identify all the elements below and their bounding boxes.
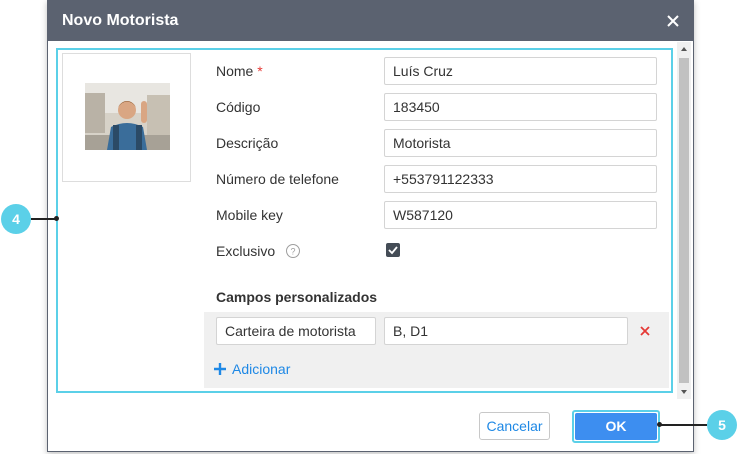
exclusive-label: Exclusivo (216, 243, 276, 259)
callout-5-dot (657, 422, 662, 427)
custom-field-name-input[interactable]: Carteira de motorista (216, 317, 376, 345)
dialog-title: Novo Motorista (62, 12, 179, 29)
code-label: Código (216, 99, 261, 115)
name-label: Nome * (216, 63, 263, 79)
description-label: Descrição (216, 135, 279, 151)
dialog-titlebar: Novo Motorista (48, 1, 693, 41)
custom-field-value-input[interactable]: B, D1 (384, 317, 628, 345)
required-mark: * (257, 63, 263, 79)
mobile-key-label: Mobile key (216, 207, 283, 223)
ok-button[interactable]: OK (575, 413, 657, 440)
help-icon[interactable]: ? (285, 243, 301, 259)
description-input[interactable]: Motorista (384, 129, 657, 157)
callout-4: 4 (1, 204, 31, 234)
code-input[interactable]: 183450 (384, 93, 657, 121)
scroll-up-icon[interactable] (677, 42, 691, 56)
callout-5-line (661, 424, 707, 426)
add-label: Adicionar (232, 361, 291, 377)
callout-4-dot (54, 216, 59, 221)
driver-dialog: Novo Motorista Nome * Luís Cruz Código 1… (47, 0, 694, 452)
callout-5: 5 (707, 410, 737, 440)
check-icon (388, 246, 398, 255)
cancel-button[interactable]: Cancelar (479, 412, 550, 440)
driver-photo-box[interactable] (62, 53, 191, 182)
phone-input[interactable]: +553791122333 (384, 165, 657, 193)
name-input[interactable]: Luís Cruz (384, 57, 657, 85)
exclusive-checkbox[interactable] (386, 243, 400, 257)
add-custom-field-button[interactable]: Adicionar (214, 361, 290, 377)
plus-icon (214, 363, 226, 375)
svg-text:?: ? (290, 247, 295, 257)
driver-photo (85, 83, 170, 150)
vertical-scrollbar[interactable] (677, 42, 691, 399)
delete-icon[interactable] (640, 326, 650, 336)
close-icon[interactable] (663, 11, 683, 31)
scroll-thumb[interactable] (679, 58, 689, 383)
add-custom-field-row: Adicionar (204, 350, 669, 388)
phone-label: Número de telefone (216, 171, 339, 187)
custom-fields-title: Campos personalizados (216, 289, 378, 305)
scroll-down-icon[interactable] (677, 385, 691, 399)
custom-field-row: Carteira de motorista B, D1 (204, 312, 669, 350)
mobile-key-input[interactable]: W587120 (384, 201, 657, 229)
